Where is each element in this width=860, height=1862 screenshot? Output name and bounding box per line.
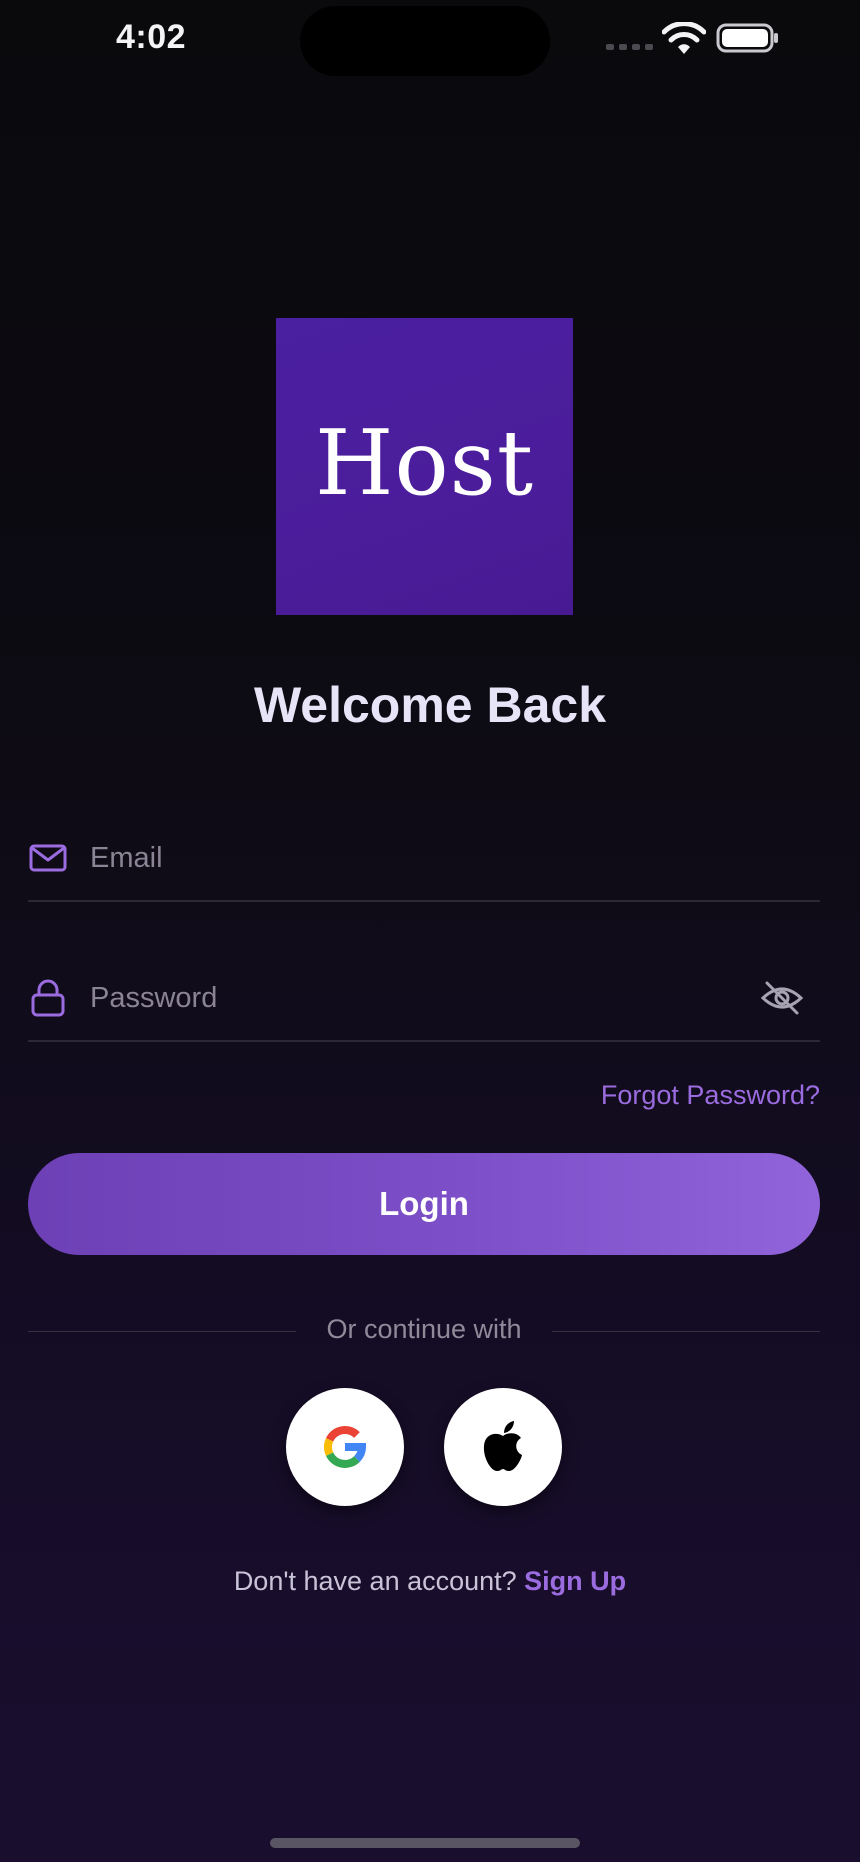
login-screen: 4:02 Host Welcome Back Email Forgot Pass… — [0, 0, 860, 1862]
password-field-container — [28, 948, 820, 1042]
logo-text: Host — [314, 411, 535, 516]
apple-logo-icon — [483, 1421, 522, 1471]
email-input[interactable] — [88, 830, 732, 886]
forgot-password-link[interactable]: Forgot Password? — [601, 1080, 820, 1111]
email-field-container — [28, 808, 820, 902]
dynamic-island — [300, 6, 550, 76]
page-title: Welcome Back — [253, 677, 607, 733]
apple-login-button[interactable] — [444, 1388, 562, 1506]
social-divider: Or continue with — [28, 1314, 820, 1354]
signup-prompt: Don't have an account? — [233, 1566, 525, 1596]
lock-icon — [31, 979, 65, 1017]
mail-icon — [29, 844, 67, 872]
google-logo-icon — [324, 1426, 367, 1468]
battery-icon — [716, 23, 778, 53]
signup-link[interactable]: Sign Up — [524, 1566, 626, 1596]
divider-line-right — [552, 1331, 820, 1332]
eye-slash-icon[interactable] — [760, 978, 804, 1018]
status-bar: 4:02 — [0, 0, 860, 80]
login-button[interactable]: Login — [28, 1153, 820, 1255]
google-login-button[interactable] — [286, 1388, 404, 1506]
password-input[interactable] — [88, 970, 732, 1026]
cellular-signal-icon — [606, 44, 653, 50]
home-indicator[interactable] — [270, 1838, 580, 1848]
divider-label: Or continue with — [326, 1314, 522, 1344]
signup-row: Don't have an account? Sign Up — [0, 1566, 860, 1597]
wifi-icon — [662, 22, 706, 54]
host-logo: Host — [276, 318, 573, 615]
status-time: 4:02 — [116, 18, 187, 56]
